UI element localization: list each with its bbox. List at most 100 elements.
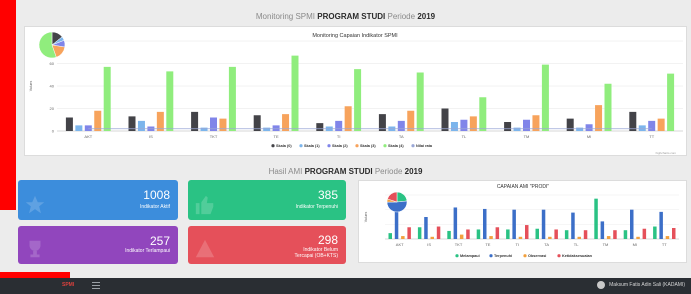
pie-slice	[386, 200, 408, 213]
bar	[564, 230, 569, 239]
legend-marker	[271, 144, 275, 148]
bar	[460, 119, 468, 131]
legend-marker	[299, 144, 303, 148]
y-tick-label: 40	[50, 84, 55, 89]
brand-logo[interactable]: SPMI	[62, 282, 74, 288]
bar	[489, 236, 493, 239]
bar	[636, 236, 640, 239]
bar	[525, 225, 529, 239]
bar	[476, 229, 481, 239]
legend-item: Terpenuhi	[494, 254, 512, 258]
user-name: Maksum Fatis Adin Sali (KADAMI)	[609, 282, 685, 288]
user-menu[interactable]: Maksum Fatis Adin Sali (KADAMI)	[597, 281, 685, 289]
pie-slice	[396, 191, 408, 203]
y-axis-label: Values	[364, 212, 368, 223]
bar	[450, 122, 458, 131]
bar	[495, 227, 500, 239]
bar	[453, 207, 458, 239]
bar	[228, 66, 236, 131]
bar	[84, 125, 92, 131]
card-value: 257	[149, 234, 170, 248]
bar	[659, 211, 663, 239]
bar	[200, 127, 208, 131]
bar	[504, 122, 512, 131]
legend-item: Skala (0)	[276, 144, 292, 148]
legend-marker	[383, 144, 387, 148]
card-value: 385	[317, 188, 338, 202]
x-tick-label: MI	[633, 242, 637, 247]
bar	[272, 125, 280, 131]
trophy-icon	[29, 240, 41, 258]
x-tick-label: TI	[337, 134, 341, 139]
card-indikator-aktif[interactable]: 1008 Indikator Aktif	[18, 180, 178, 220]
bar	[344, 106, 352, 131]
bar	[638, 125, 646, 131]
menu-icon[interactable]	[92, 282, 100, 289]
x-tick-label: AKT	[396, 242, 404, 247]
bar	[75, 125, 83, 131]
avatar	[597, 281, 606, 289]
bar	[483, 208, 487, 239]
y-tick-label: 20	[50, 106, 55, 111]
y-tick-label: 60	[50, 61, 55, 66]
bar	[407, 110, 415, 131]
bar	[554, 229, 558, 239]
bar	[513, 127, 521, 131]
bar	[667, 73, 675, 131]
bar	[642, 228, 647, 239]
bar	[613, 230, 617, 239]
bar	[595, 105, 603, 131]
x-tick-label: TA	[544, 242, 549, 247]
x-tick-label: IS	[149, 134, 153, 139]
chart-credit: highcharts.com	[656, 151, 677, 155]
chart-title: CAPAIAN AMI "PRODI"	[497, 184, 550, 190]
bar	[672, 228, 676, 239]
x-tick-label: TM	[603, 242, 609, 247]
thumbs-up-icon	[195, 195, 214, 215]
legend-marker	[523, 254, 527, 258]
y-axis-label: Values	[29, 81, 33, 92]
chart-title: Monitoring Capaian Indikator SPMI	[312, 33, 398, 39]
bar	[407, 227, 411, 239]
bar	[577, 236, 581, 239]
monitoring-chart-panel: Monitoring Capaian Indikator SPMI 0 20 40 60…	[24, 26, 687, 156]
monitoring-chart: Monitoring Capaian Indikator SPMI 0 20 40 60…	[29, 31, 683, 155]
x-tick-label: AKT	[84, 134, 92, 139]
star-icon	[25, 195, 45, 214]
x-tick-label: TE	[485, 242, 490, 247]
card-indikator-terpenuhi[interactable]: 385 Indikator Terpenuhi	[188, 180, 346, 220]
bar	[665, 236, 670, 239]
bar	[335, 120, 343, 131]
bar	[191, 111, 199, 131]
card-label: Indikator Terpenuhi	[295, 204, 338, 210]
legend-item: Nilai rata	[416, 144, 433, 148]
bar	[65, 117, 73, 131]
x-tick-label: TM	[524, 134, 530, 139]
bar	[354, 69, 362, 131]
x-tick-label: IS	[427, 242, 431, 247]
legend-marker	[557, 254, 561, 258]
bar	[479, 97, 487, 131]
bar	[263, 127, 271, 131]
bar	[94, 110, 102, 131]
bar	[648, 120, 656, 131]
dashboard-title: Monitoring SPMI PROGRAM STUDI Periode 20…	[255, 12, 436, 21]
bar	[430, 236, 434, 239]
card-value: 1008	[143, 188, 170, 202]
bar	[156, 111, 164, 131]
card-indikator-terlampaui[interactable]: 257 Indikator Terlampaui	[18, 226, 178, 264]
bar	[594, 198, 598, 239]
bar	[466, 229, 470, 239]
bar	[316, 123, 324, 131]
bar	[397, 120, 405, 131]
bar	[424, 217, 428, 239]
card-indikator-belum-tercapai[interactable]: 298 Indikator Belum Tercapai (OB+KTS)	[188, 226, 346, 264]
card-label: Indikator Aktif	[139, 204, 170, 210]
bar	[600, 221, 605, 239]
bar	[441, 108, 449, 131]
bar	[417, 227, 422, 239]
bar	[388, 233, 392, 239]
bar	[657, 118, 665, 131]
legend-item: Ketidaksesuaian	[562, 254, 593, 258]
legend-item: Skala (1)	[304, 144, 320, 148]
